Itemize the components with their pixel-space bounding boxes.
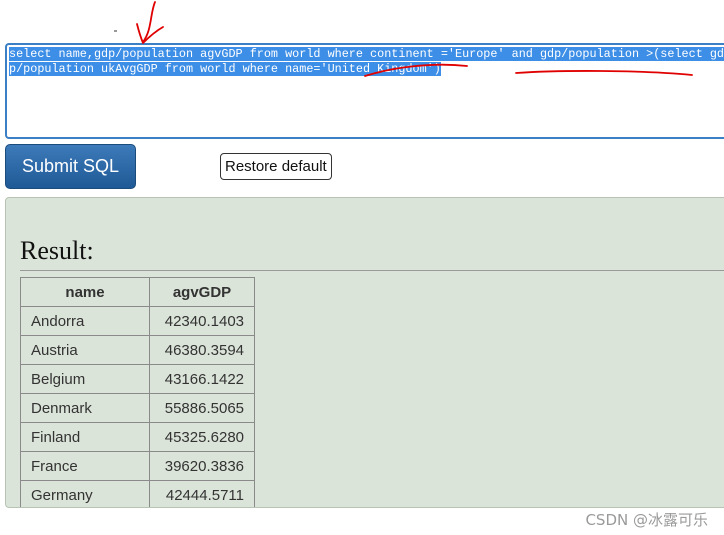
cell-name: Andorra: [20, 306, 150, 336]
cell-agvgdp: 55886.5065: [149, 393, 255, 423]
annotation-arrowhead-icon: [136, 23, 164, 44]
sql-input[interactable]: select name,gdp/population agvGDP from w…: [5, 43, 724, 139]
table-header-row: name agvGDP: [20, 277, 255, 307]
cell-name: Germany: [20, 480, 150, 507]
submit-sql-button[interactable]: Submit SQL: [5, 144, 136, 189]
sql-query-text: select name,gdp/population agvGDP from w…: [9, 47, 724, 77]
table-row: Denmark 55886.5065: [20, 393, 255, 423]
table-row: Austria 46380.3594: [20, 335, 255, 365]
sql-selected-text: select name,gdp/population agvGDP from w…: [9, 47, 724, 76]
cell-agvgdp: 42444.5711: [149, 480, 255, 507]
result-divider: [20, 270, 724, 271]
result-title: Result:: [20, 236, 94, 265]
cell-name: Belgium: [20, 364, 150, 394]
cell-agvgdp: 46380.3594: [149, 335, 255, 365]
table-row: Andorra 42340.1403: [20, 306, 255, 336]
cell-name: Austria: [20, 335, 150, 365]
result-panel: Result: name agvGDP Andorra 42340.1403 Au…: [5, 197, 724, 508]
table-row: Germany 42444.5711: [20, 480, 255, 507]
cell-name: France: [20, 451, 150, 481]
watermark: CSDN @冰露可乐: [585, 511, 708, 529]
column-header-agvgdp: agvGDP: [149, 277, 255, 307]
cell-agvgdp: 43166.1422: [149, 364, 255, 394]
restore-default-button[interactable]: Restore default: [220, 153, 332, 180]
table-row: Belgium 43166.1422: [20, 364, 255, 394]
table-row: Finland 45325.6280: [20, 422, 255, 452]
result-table: name agvGDP Andorra 42340.1403 Austria 463…: [20, 277, 255, 507]
cell-agvgdp: 39620.3836: [149, 451, 255, 481]
annotation-arrow-icon: [142, 1, 156, 43]
cell-agvgdp: 42340.1403: [149, 306, 255, 336]
column-header-name: name: [20, 277, 150, 307]
cell-name: Denmark: [20, 393, 150, 423]
cell-name: Finland: [20, 422, 150, 452]
cell-agvgdp: 45325.6280: [149, 422, 255, 452]
table-row: France 39620.3836: [20, 451, 255, 481]
